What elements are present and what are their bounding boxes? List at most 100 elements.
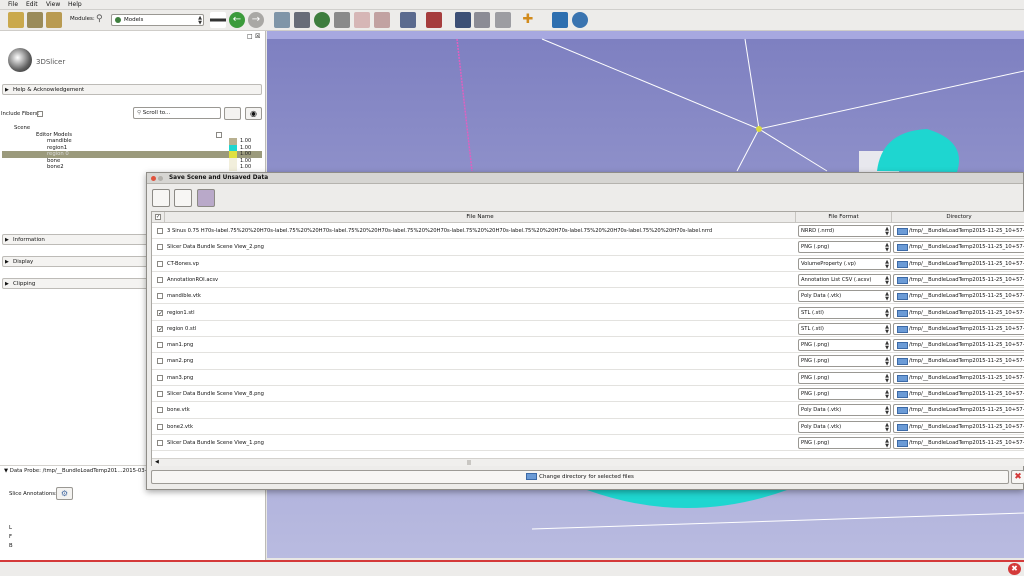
file-format-select[interactable]: Poly Data (.vtk) ▲ ▼ (798, 404, 891, 417)
file-name-cell[interactable]: Slicer Data Bundle Scene View_8.png (167, 386, 792, 402)
save-icon[interactable] (46, 12, 62, 28)
hide-all-button[interactable] (224, 107, 241, 120)
table-row[interactable]: Slicer Data Bundle Scene View_8.png PNG (… (152, 386, 1024, 403)
file-format-select[interactable]: Annotation List CSV (.acsv) ▲ ▼ (798, 273, 891, 286)
table-row[interactable]: Slicer Data Bundle Scene View_1.png PNG (… (152, 435, 1024, 452)
row-checkbox[interactable] (157, 228, 163, 234)
error-log-icon[interactable]: ✖ (1008, 563, 1021, 575)
table-row[interactable]: bone2.vtk Poly Data (.vtk) ▲ ▼ /tmp/__Bundle… (152, 419, 1024, 435)
file-format-select[interactable]: Poly Data (.vtk) ▲ ▼ (798, 420, 891, 433)
editor-module-icon[interactable] (374, 12, 390, 28)
scroll-to-input[interactable]: ⚲ Scroll to... (133, 107, 221, 119)
file-name-cell[interactable]: bone.vtk (167, 402, 792, 418)
file-format-select[interactable]: VolumeProperty (.vp) ▲ ▼ (798, 257, 891, 270)
directory-button[interactable]: /tmp/__BundleLoadTemp2015-11-25_10+57+06… (893, 404, 1024, 417)
table-row[interactable]: AnnotationROI.acsv Annotation List CSV (.… (152, 272, 1024, 289)
file-format-select[interactable]: STL (.stl) ▲ ▼ (798, 306, 891, 319)
table-row[interactable]: man3.png PNG (.png) ▲ ▼ /tmp/__BundleLoadTem… (152, 370, 1024, 386)
row-checkbox[interactable] (157, 407, 163, 414)
module-selector[interactable]: Models ▲ ▼ (111, 14, 204, 26)
change-directory-button[interactable]: Change directory for selected files (151, 470, 1009, 484)
row-checkbox[interactable] (157, 244, 163, 251)
directory-button[interactable]: /tmp/__BundleLoadTemp2015-11-25_10+57+06… (893, 420, 1024, 433)
dialog-minimize-icon[interactable] (158, 176, 163, 181)
file-name-cell[interactable]: 3 Sinus 0.75 H70s-label.75%20%20H70s-lab… (167, 223, 792, 239)
table-row[interactable]: man1.png PNG (.png) ▲ ▼ /tmp/__BundleLoadTem… (152, 337, 1024, 354)
table-row[interactable]: 3 Sinus 0.75 H70s-label.75%20%20H70s-lab… (152, 223, 1024, 240)
file-format-select[interactable]: PNG (.png) ▲ ▼ (798, 339, 891, 352)
module-list-icon[interactable] (210, 12, 226, 28)
table-row[interactable]: mandible.vtk Poly Data (.vtk) ▲ ▼ /tmp/__Bun… (152, 288, 1024, 305)
file-name-cell[interactable]: mandible.vtk (167, 288, 792, 304)
select-all-checkbox[interactable]: ✓ (155, 214, 161, 220)
volumes-module-icon[interactable] (294, 12, 310, 28)
forward-arrow-icon[interactable]: → (248, 12, 264, 28)
table-row[interactable]: bone.vtk Poly Data (.vtk) ▲ ▼ /tmp/__BundleL… (152, 402, 1024, 419)
scene-view-icon[interactable] (474, 12, 490, 28)
directory-button[interactable]: /tmp/__BundleLoadTemp2015-11-25_10+57+06… (893, 322, 1024, 335)
file-format-select[interactable]: NRRD (.nrrd) ▲ ▼ (798, 225, 891, 237)
file-format-select[interactable]: PNG (.png) ▲ ▼ (798, 241, 891, 254)
menu-file[interactable]: File (8, 1, 18, 8)
row-checkbox[interactable] (157, 423, 163, 430)
crosshair-toggle-icon[interactable] (426, 12, 442, 28)
panel-float-icon[interactable]: □ (247, 33, 253, 40)
module-search-icon[interactable]: ⚲ (96, 14, 103, 24)
back-arrow-icon[interactable]: ← (229, 12, 245, 28)
file-format-select[interactable]: PNG (.png) ▲ ▼ (798, 436, 891, 449)
scroll-left-icon[interactable]: ◀ (155, 459, 159, 465)
row-checkbox[interactable] (157, 358, 163, 365)
save-bundle-icon[interactable] (174, 189, 192, 207)
file-name-cell[interactable]: man1.png (167, 337, 792, 353)
row-checkbox[interactable] (157, 374, 163, 381)
file-format-select[interactable]: PNG (.png) ▲ ▼ (798, 388, 891, 400)
row-checkbox[interactable]: ✓ (157, 309, 163, 316)
table-row[interactable]: ✓ region 0.stl STL (.stl) ▲ ▼ /tmp/__BundleLo… (152, 321, 1024, 338)
row-checkbox[interactable] (157, 276, 163, 283)
scene-view-capture-icon[interactable] (495, 12, 511, 28)
help-section[interactable]: Help & Acknowledgement (2, 84, 262, 95)
cancel-icon[interactable]: ✖ (1011, 470, 1024, 484)
row-checkbox[interactable] (157, 260, 163, 267)
file-name-cell[interactable]: AnnotationROI.acsv (167, 272, 792, 288)
models-module-icon[interactable] (314, 12, 330, 28)
directory-button[interactable]: /tmp/__BundleLoadTemp2015-11-25_10+57+06… (893, 241, 1024, 254)
table-row[interactable]: Slicer Data Bundle Scene View_2.png PNG (… (152, 239, 1024, 256)
dialog-close-icon[interactable] (151, 176, 156, 181)
show-all-eye-icon[interactable]: ◉ (245, 107, 262, 120)
package-icon[interactable] (197, 189, 215, 207)
tree-item-bone2[interactable]: bone2 1.00 (2, 164, 262, 171)
fiducial-place-icon[interactable]: ✚ (520, 12, 536, 28)
row-checkbox[interactable] (157, 439, 163, 446)
row-checkbox[interactable]: ✓ (157, 325, 163, 332)
scrollbar-thumb[interactable] (467, 460, 471, 465)
file-name-cell[interactable]: region 0.stl (167, 321, 792, 337)
directory-button[interactable]: /tmp/__BundleLoadTemp2015-11-25_10+57+06… (893, 225, 1024, 237)
file-format-select[interactable]: STL (.stl) ▲ ▼ (798, 322, 891, 335)
file-name-cell[interactable]: Slicer Data Bundle Scene View_1.png (167, 435, 792, 451)
transforms-module-icon[interactable] (334, 12, 350, 28)
directory-header[interactable]: Directory (892, 212, 1024, 223)
table-row[interactable]: man2.png PNG (.png) ▲ ▼ /tmp/__BundleLoadTem… (152, 353, 1024, 370)
file-name-cell[interactable]: Slicer Data Bundle Scene View_2.png (167, 239, 792, 255)
select-all-header[interactable]: ✓ (152, 212, 165, 223)
file-format-select[interactable]: PNG (.png) ▲ ▼ (798, 355, 891, 368)
include-fibers-checkbox[interactable] (37, 111, 43, 117)
markups-module-icon[interactable] (354, 12, 370, 28)
extension-manager-icon[interactable] (552, 12, 568, 28)
directory-button[interactable]: /tmp/__BundleLoadTemp2015-11-25_10+57+06… (893, 273, 1024, 286)
directory-button[interactable]: /tmp/__BundleLoadTemp2015-11-25_10+57+06… (893, 257, 1024, 270)
file-name-cell[interactable]: CT-Bones.vp (167, 256, 792, 272)
row-checkbox[interactable] (157, 342, 163, 349)
directory-button[interactable]: /tmp/__BundleLoadTemp2015-11-25_10+57+06… (893, 371, 1024, 384)
screenshot-icon[interactable] (455, 12, 471, 28)
save-scene-icon[interactable] (152, 189, 170, 207)
row-checkbox[interactable] (157, 293, 163, 300)
dicom-icon[interactable] (27, 12, 43, 28)
file-format-select[interactable]: PNG (.png) ▲ ▼ (798, 371, 891, 384)
file-name-cell[interactable]: region1.stl (167, 305, 792, 321)
menu-view[interactable]: View (46, 1, 60, 8)
row-checkbox[interactable] (157, 391, 163, 397)
directory-button[interactable]: /tmp/__BundleLoadTemp2015-11-25_10+57+06… (893, 306, 1024, 319)
directory-button[interactable]: /tmp/__BundleLoadTemp2015-11-25_10+57+0 (893, 436, 1024, 449)
